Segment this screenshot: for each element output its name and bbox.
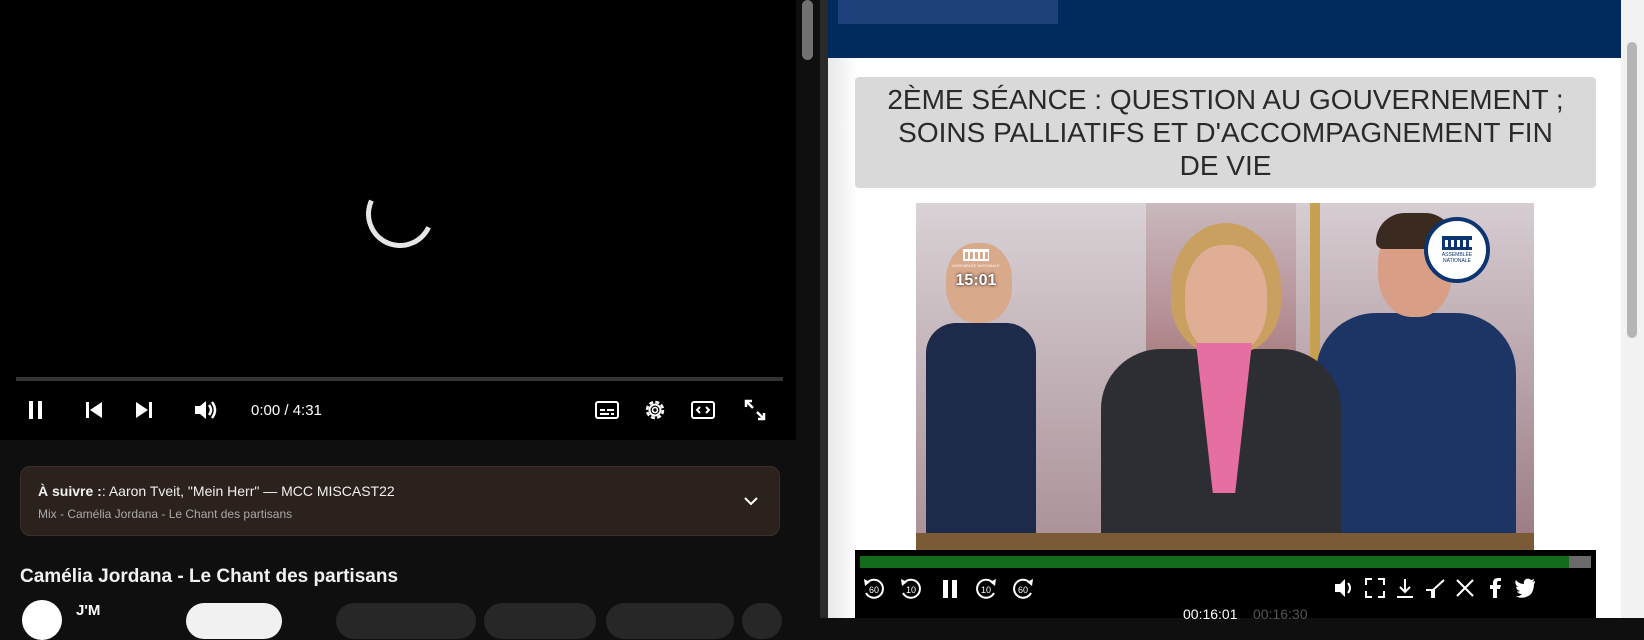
next-button[interactable] <box>132 398 156 422</box>
session-progress-bar[interactable] <box>860 556 1591 568</box>
left-scrollbar-thumb[interactable] <box>802 0 813 60</box>
up-next-video-title: : Aaron Tveit, "Mein Herr" — MCC MISCAST… <box>101 483 395 499</box>
session-volume-button[interactable] <box>1333 576 1359 602</box>
theater-mode-button[interactable] <box>690 398 716 422</box>
rewind-60-button[interactable]: 60 <box>861 576 887 602</box>
forward-60-button[interactable]: 60 <box>1010 576 1036 602</box>
fullscreen-icon <box>744 399 766 421</box>
watermark-building-icon <box>963 249 989 261</box>
watermark-label: ASSEMBLÉE NATIONALE <box>952 263 1000 268</box>
twitter-icon <box>1515 578 1535 598</box>
channel-name[interactable]: J'M <box>76 602 100 619</box>
skip-next-icon <box>136 402 152 418</box>
session-fullscreen-button[interactable] <box>1363 576 1389 602</box>
like-dislike-button[interactable] <box>336 603 476 639</box>
subscribe-button[interactable] <box>186 603 282 639</box>
facebook-icon <box>1490 578 1501 598</box>
left-scrollbar[interactable] <box>797 0 820 618</box>
pause-icon <box>29 401 42 419</box>
page-edge-shadow <box>828 58 858 618</box>
pause-button[interactable] <box>24 398 48 422</box>
share-button[interactable] <box>484 603 596 639</box>
theater-mode-icon <box>691 401 715 419</box>
clip-button[interactable] <box>1423 576 1449 602</box>
site-header <box>828 0 1621 58</box>
session-pause-button[interactable] <box>937 576 963 602</box>
twitter-share-button[interactable] <box>1513 576 1539 602</box>
rewind-10-label: 10 <box>906 585 916 595</box>
expand-up-next-button[interactable] <box>741 491 761 516</box>
video-time: 0:00 / 4:31 <box>251 402 322 419</box>
settings-button[interactable] <box>642 398 668 422</box>
chevron-down-icon <box>744 497 758 506</box>
session-video-controls: 60 10 10 60 00:16:01 00:16:30 <box>855 550 1596 622</box>
download-button[interactable] <box>1393 576 1419 602</box>
subtitles-button[interactable] <box>594 398 620 422</box>
previous-button[interactable] <box>82 398 106 422</box>
video-watermark: ASSEMBLÉE NATIONALE 15:01 <box>952 249 1000 290</box>
up-next-panel[interactable]: À suivre :: Aaron Tveit, "Mein Herr" — M… <box>20 466 780 536</box>
session-video[interactable]: ASSEMBLÉE NATIONALE 15:01 ASSEMBLÉE NATI… <box>916 203 1534 550</box>
right-scrollbar[interactable] <box>1621 0 1644 618</box>
fullscreen-icon <box>1365 578 1385 598</box>
forward-icon: 10 <box>976 578 996 599</box>
volume-icon <box>1335 579 1351 597</box>
forward-icon: 60 <box>1013 578 1033 599</box>
assemblee-logo-icon: ASSEMBLÉE NATIONALE <box>1424 217 1490 283</box>
logo-building-icon <box>1442 236 1472 250</box>
skip-previous-icon <box>86 402 102 418</box>
subtitles-icon <box>595 401 619 419</box>
volume-button[interactable] <box>192 398 220 422</box>
pane-divider[interactable] <box>820 0 828 618</box>
scissors-icon <box>1456 579 1474 597</box>
youtube-pane: 0:00 / 4:31 À suivre :: Aaron Tveit, "Me… <box>0 0 820 640</box>
up-next-playlist: Mix - Camélia Jordana - Le Chant des par… <box>38 507 293 521</box>
rewind-icon: 10 <box>901 578 921 599</box>
session-duration: 00:16:30 <box>1253 606 1308 622</box>
speaker <box>1101 223 1341 550</box>
forward-10-label: 10 <box>981 585 991 595</box>
assemblee-pane: 2ÈME SÉANCE : QUESTION AU GOUVERNEMENT ;… <box>828 0 1644 622</box>
logo-label: ASSEMBLÉE NATIONALE <box>1441 252 1473 264</box>
download-icon <box>1397 579 1413 598</box>
forward-60-label: 60 <box>1018 585 1028 595</box>
video-player[interactable]: 0:00 / 4:31 <box>0 0 796 440</box>
more-actions-button[interactable] <box>742 603 782 639</box>
video-progress-bar[interactable] <box>16 377 783 381</box>
fullscreen-button[interactable] <box>742 398 768 422</box>
rewind-10-button[interactable]: 10 <box>898 576 924 602</box>
header-tab[interactable] <box>838 0 1058 24</box>
rewind-icon: 60 <box>864 578 884 599</box>
loading-spinner-icon <box>356 170 444 258</box>
right-scrollbar-thumb[interactable] <box>1627 42 1637 338</box>
cut-button[interactable] <box>1453 576 1479 602</box>
session-current-time: 00:16:01 <box>1183 606 1238 622</box>
facebook-share-button[interactable] <box>1483 576 1509 602</box>
session-title: 2ÈME SÉANCE : QUESTION AU GOUVERNEMENT ;… <box>855 77 1596 188</box>
clip-icon <box>1426 579 1445 598</box>
pause-icon <box>943 580 957 598</box>
speaker-desk <box>916 533 1534 550</box>
rewind-60-label: 60 <box>869 585 879 595</box>
save-button[interactable] <box>606 603 734 639</box>
watermark-clock: 15:01 <box>955 272 997 289</box>
up-next-label: À suivre : <box>38 483 102 499</box>
video-title: Camélia Jordana - Le Chant des partisans <box>20 566 399 587</box>
up-next-title: À suivre :: Aaron Tveit, "Mein Herr" — M… <box>38 483 395 499</box>
channel-avatar[interactable] <box>22 600 62 640</box>
gear-icon <box>645 400 665 420</box>
forward-10-button[interactable]: 10 <box>973 576 999 602</box>
session-progress-remaining <box>1569 556 1591 568</box>
volume-icon <box>195 401 217 419</box>
